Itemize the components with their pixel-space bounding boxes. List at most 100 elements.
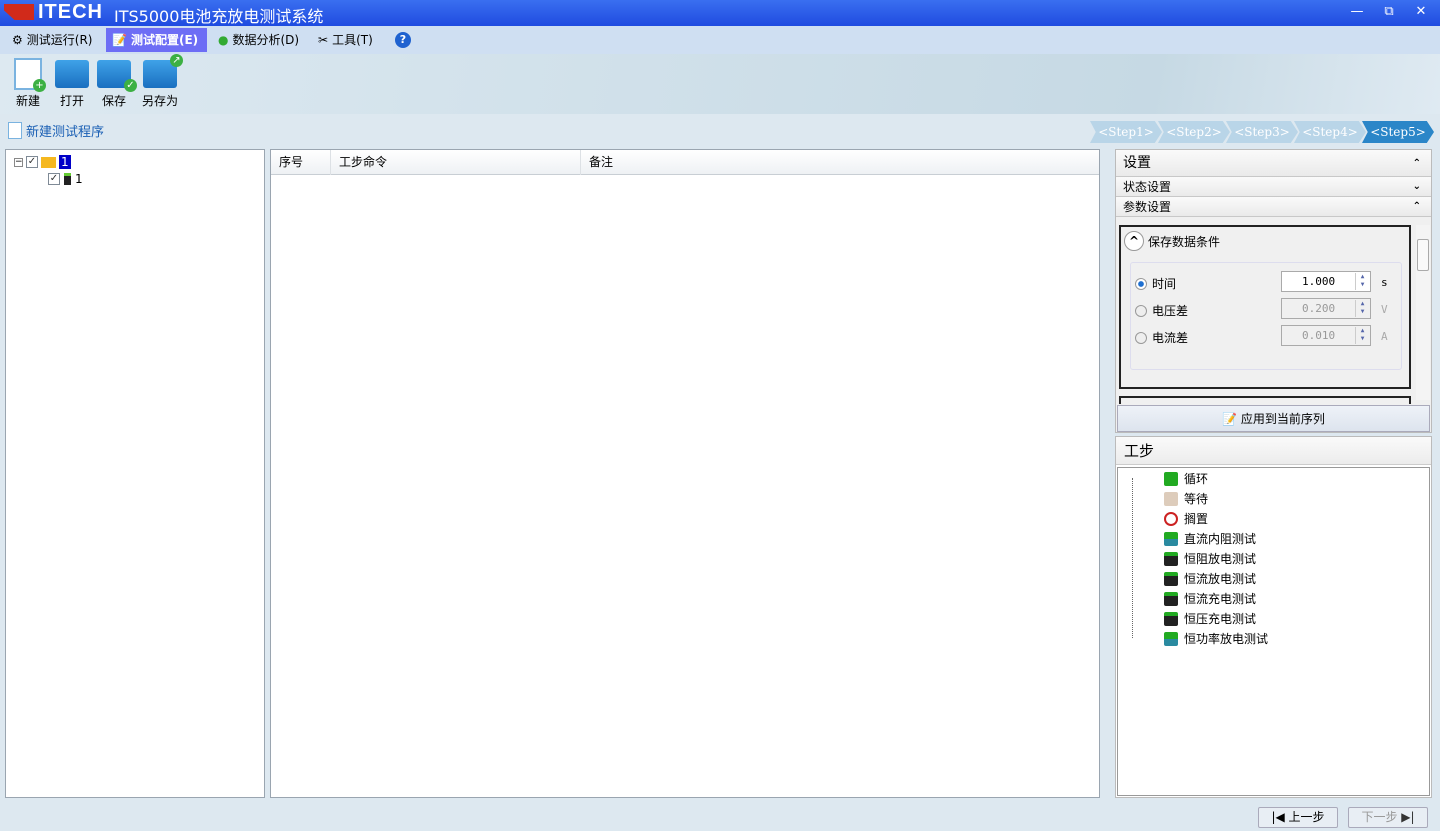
status-settings-header[interactable]: 状态设置 ⌄	[1116, 177, 1431, 197]
workstep-list: 循环 等待 搁置 直流内阻测试 恒阻放电测试 恒流放电测试 恒流充电测试 恒压充…	[1117, 467, 1430, 796]
save-folder-icon: ✓	[97, 60, 137, 92]
open-label: 打开	[59, 94, 84, 108]
restore-button[interactable]: ⧉	[1376, 2, 1402, 22]
apply-label: 应用到当前序列	[1240, 412, 1325, 426]
option-time[interactable]: 时间	[1135, 275, 1176, 292]
step-5[interactable]: <Step5>	[1362, 121, 1434, 143]
app-title: ITS5000电池充放电测试系统	[114, 7, 324, 26]
minimize-button[interactable]: —	[1344, 2, 1370, 22]
step-2[interactable]: <Step2>	[1158, 121, 1230, 143]
step-grid: 序号 工步命令 备注	[270, 149, 1100, 798]
next-label: 下一步	[1361, 810, 1398, 824]
col-note[interactable]: 备注	[581, 150, 1099, 175]
value: 0.010	[1302, 329, 1336, 342]
dcir-icon	[1164, 531, 1178, 546]
step-3[interactable]: <Step3>	[1226, 121, 1298, 143]
next-step-button[interactable]: 下一步 ▶|	[1348, 807, 1428, 828]
step-4[interactable]: <Step4>	[1294, 121, 1366, 143]
option-current-diff[interactable]: 电流差	[1135, 329, 1188, 346]
program-tree: − ✓ 1 ✓ 1	[5, 149, 265, 798]
menu-tools[interactable]: ✂ 工具(T)	[312, 28, 379, 52]
tree-child[interactable]: ✓ 1	[48, 172, 83, 186]
tools-icon: ✂	[318, 33, 329, 47]
prev-step-button[interactable]: |◀ 上一步	[1258, 807, 1338, 828]
spinner-arrows[interactable]: ▲ ▼	[1355, 273, 1369, 290]
open-button[interactable]: 打开	[50, 58, 94, 109]
step-cc-discharge[interactable]: 恒流放电测试	[1164, 570, 1256, 587]
option-label: 电流差	[1152, 331, 1189, 345]
open-folder-icon	[55, 60, 89, 88]
status-settings-label: 状态设置	[1123, 180, 1172, 194]
spinner-arrows[interactable]: ▲ ▼	[1355, 327, 1369, 344]
new-button[interactable]: + 新建	[6, 58, 50, 109]
save-as-label: 另存为	[141, 94, 178, 108]
step-label: 循环	[1184, 472, 1209, 486]
tree-root-label: 1	[59, 155, 71, 169]
step-cr-discharge[interactable]: 恒阻放电测试	[1164, 550, 1256, 567]
step-cc-charge[interactable]: 恒流充电测试	[1164, 590, 1256, 607]
step-wait[interactable]: 等待	[1164, 490, 1208, 507]
toolbar: + 新建 打开 ✓ 保存 ↗ 另存为	[0, 54, 1440, 114]
step-1[interactable]: <Step1>	[1090, 121, 1162, 143]
settings-title: 设置	[1123, 155, 1151, 171]
time-input[interactable]: 1.000 ▲ ▼	[1281, 271, 1371, 292]
settings-panel: 设置 ⌃ 状态设置 ⌄ 参数设置 ⌃ ^ 保存数据条件 时间 1.000 ▲ ▼ s 电压差…	[1115, 149, 1432, 433]
loop-icon	[1164, 471, 1178, 486]
step-loop[interactable]: 循环	[1164, 470, 1208, 487]
step-label: 搁置	[1184, 512, 1209, 526]
settings-header[interactable]: 设置 ⌃	[1116, 150, 1431, 177]
help-icon[interactable]: ?	[395, 32, 411, 48]
save-as-button[interactable]: ↗ 另存为	[138, 54, 183, 109]
col-command[interactable]: 工步命令	[331, 150, 581, 175]
col-index[interactable]: 序号	[271, 150, 331, 175]
menu-data-analysis[interactable]: ● 数据分析(D)	[212, 28, 305, 52]
value: 1.000	[1302, 275, 1336, 288]
unit-label: V	[1381, 303, 1388, 316]
battery-icon	[64, 173, 71, 185]
close-button[interactable]: ✕	[1408, 2, 1434, 22]
spinner-arrows[interactable]: ▲ ▼	[1355, 300, 1369, 317]
logo-text: ITECH	[38, 0, 103, 23]
option-voltage-diff[interactable]: 电压差	[1135, 302, 1188, 319]
param-settings-label: 参数设置	[1123, 200, 1172, 214]
step-label: 恒功率放电测试	[1184, 632, 1269, 646]
first-icon: |◀	[1271, 810, 1289, 824]
param-settings-header[interactable]: 参数设置 ⌃	[1116, 197, 1431, 217]
expand-icon: ⌄	[1412, 181, 1421, 192]
radio-voltage[interactable]	[1135, 304, 1147, 317]
scrollbar[interactable]	[1416, 225, 1430, 400]
step-cv-charge[interactable]: 恒压充电测试	[1164, 610, 1256, 627]
power-icon	[1164, 631, 1178, 646]
last-icon: ▶|	[1397, 810, 1415, 824]
menu-label: 工具(T)	[332, 33, 373, 47]
save-condition-header[interactable]: ^ 保存数据条件	[1124, 231, 1220, 251]
itech-logo: ITECH	[4, 0, 103, 23]
current-input[interactable]: 0.010 ▲ ▼	[1281, 325, 1371, 346]
tree-child-label: 1	[75, 172, 83, 186]
step-rest[interactable]: 搁置	[1164, 510, 1208, 527]
step-dcir[interactable]: 直流内阻测试	[1164, 530, 1256, 547]
step-label: 恒压充电测试	[1184, 612, 1257, 626]
new-program-link[interactable]: 新建测试程序	[8, 121, 104, 140]
apply-button[interactable]: 📝 应用到当前序列	[1117, 405, 1430, 432]
menu-test-run[interactable]: ⚙ 测试运行(R)	[6, 28, 98, 52]
menu-label: 数据分析(D)	[232, 33, 300, 47]
collapse-icon[interactable]: −	[14, 157, 23, 167]
folder-icon	[41, 156, 56, 168]
collapse-circle-icon[interactable]: ^	[1124, 231, 1144, 251]
checkbox[interactable]: ✓	[26, 156, 38, 168]
checkbox[interactable]: ✓	[48, 173, 60, 185]
save-as-folder-icon: ↗	[143, 54, 183, 88]
charge-icon	[1164, 611, 1178, 626]
step-cp-discharge[interactable]: 恒功率放电测试	[1164, 630, 1268, 647]
scrollbar-thumb[interactable]	[1417, 239, 1429, 271]
menu-label: 测试运行(R)	[26, 33, 93, 47]
menu-test-config[interactable]: 📝 测试配置(E)	[106, 28, 207, 52]
radio-current[interactable]	[1135, 331, 1147, 344]
radio-time[interactable]	[1135, 277, 1147, 290]
config-icon: 📝	[112, 33, 127, 47]
voltage-input[interactable]: 0.200 ▲ ▼	[1281, 298, 1371, 319]
save-button[interactable]: ✓ 保存	[92, 58, 137, 109]
prev-label: 上一步	[1288, 810, 1325, 824]
tree-root[interactable]: − ✓ 1	[14, 155, 71, 169]
